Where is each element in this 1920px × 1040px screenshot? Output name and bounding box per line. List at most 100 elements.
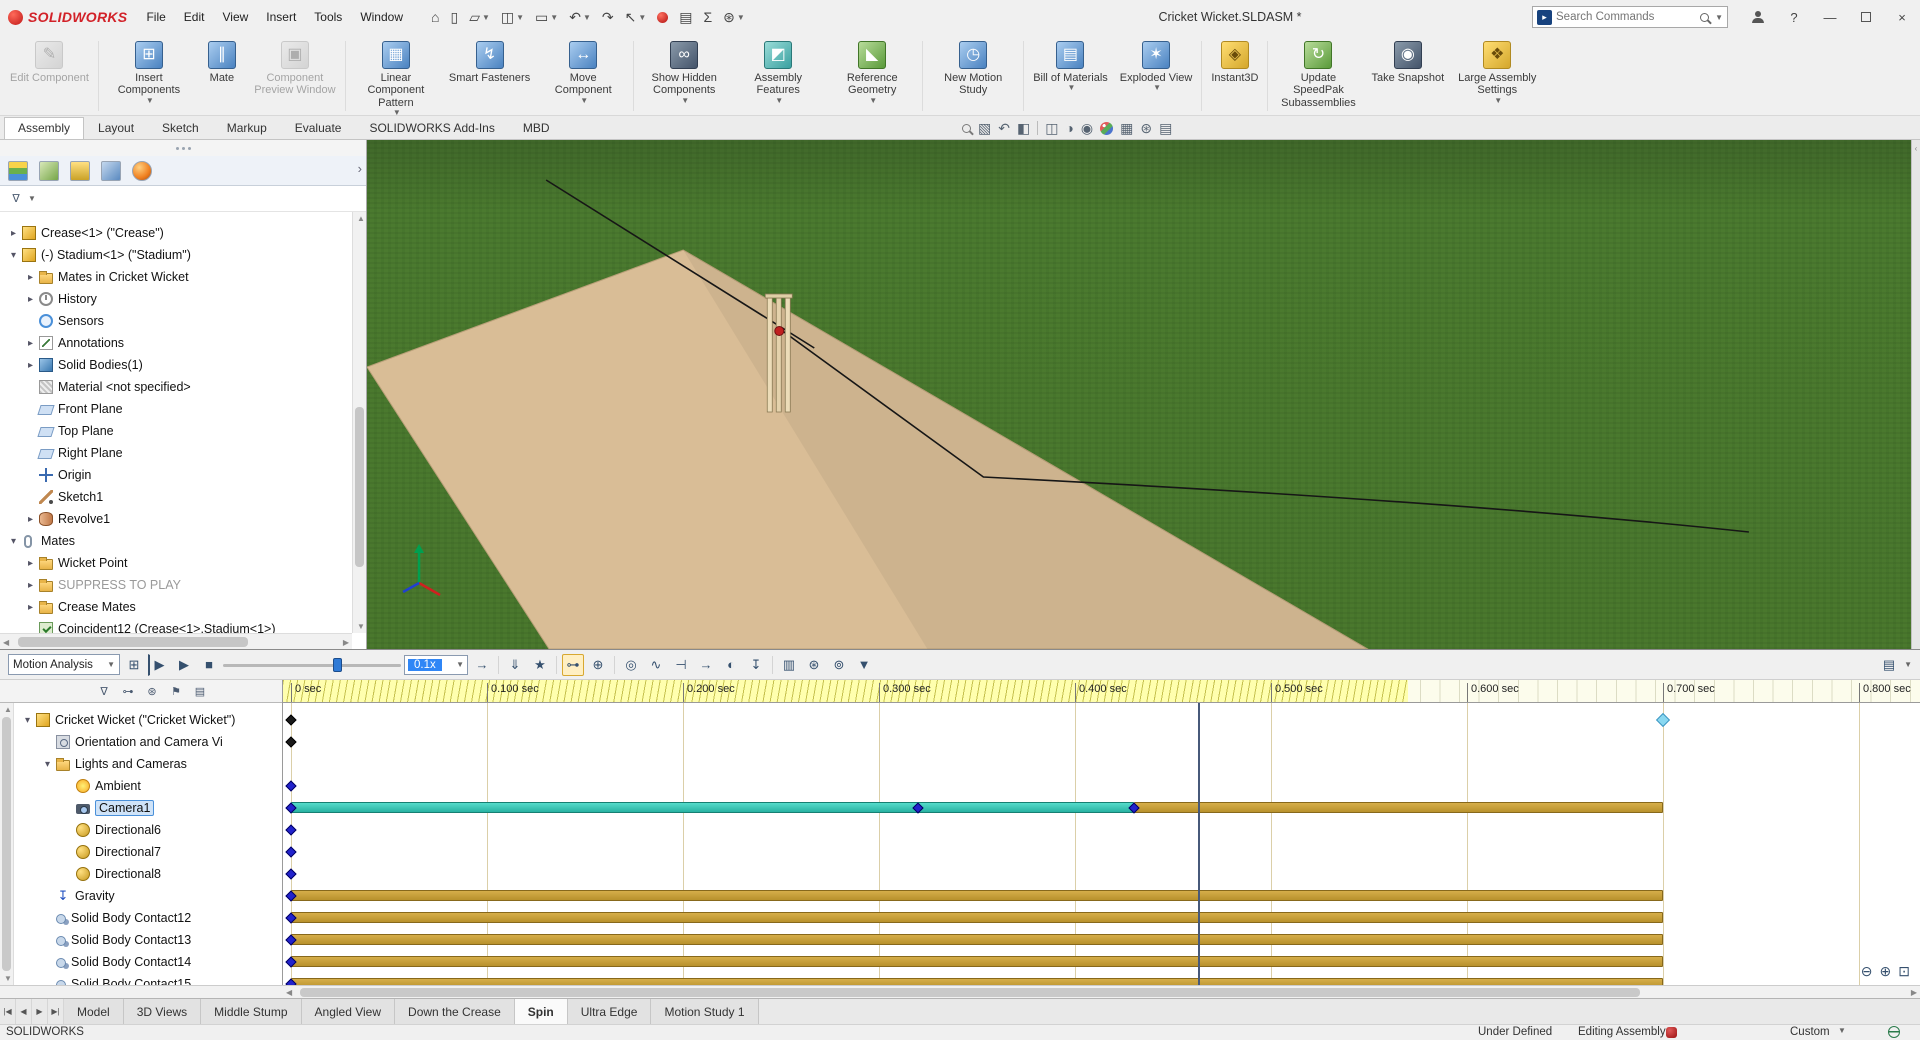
- configuration-label[interactable]: Custom: [1790, 1026, 1830, 1038]
- take-snapshot-button[interactable]: ◉Take Snapshot: [1365, 37, 1450, 115]
- expand-icon[interactable]: ▸: [23, 294, 38, 305]
- tree-item[interactable]: Material <not specified>: [0, 376, 352, 398]
- timeline-zoom-fit-icon[interactable]: ⊡: [1898, 963, 1910, 980]
- tab-motion-study-1[interactable]: Motion Study 1: [651, 999, 758, 1024]
- tree-item[interactable]: ▸History: [0, 288, 352, 310]
- move-component-button[interactable]: ↔Move Component▼: [536, 37, 630, 115]
- tree-item[interactable]: Camera1: [14, 797, 282, 819]
- propertymanager-tab-icon[interactable]: [39, 161, 59, 181]
- timeline-change-bar[interactable]: [291, 978, 1663, 985]
- zoom-fit-icon[interactable]: [962, 124, 971, 133]
- dimxpertmanager-tab-icon[interactable]: [101, 161, 121, 181]
- tree-item[interactable]: Solid Body Contact12: [14, 907, 282, 929]
- tree-item[interactable]: Directional7: [14, 841, 282, 863]
- tree-item[interactable]: Directional8: [14, 863, 282, 885]
- timeline-change-bar[interactable]: [291, 912, 1663, 923]
- tree-item[interactable]: Solid Body Contact15: [14, 973, 282, 985]
- play-button[interactable]: ▶: [173, 654, 195, 676]
- linear-component-pattern-button[interactable]: ▦Linear Component Pattern▼: [349, 37, 443, 115]
- tree-item[interactable]: Coincident12 (Crease<1>,Stadium<1>): [0, 618, 352, 633]
- tree-item[interactable]: ▾Mates: [0, 530, 352, 552]
- timeline-zoom-out-icon[interactable]: ⊖: [1861, 963, 1873, 980]
- collapse-icon[interactable]: ▾: [40, 759, 55, 770]
- menu-view[interactable]: View: [213, 5, 257, 29]
- expand-icon[interactable]: ▸: [23, 602, 38, 613]
- timeline-slider[interactable]: [223, 654, 401, 676]
- new-motion-study-button[interactable]: ◷New Motion Study: [926, 37, 1020, 115]
- tree-item[interactable]: Ambient: [14, 775, 282, 797]
- scroll-right-icon[interactable]: ▶: [343, 638, 349, 647]
- tree-item[interactable]: Sketch1: [0, 486, 352, 508]
- tree-horizontal-scrollbar[interactable]: ◀ ▶: [0, 633, 352, 649]
- tab-markup[interactable]: Markup: [213, 117, 281, 139]
- apply-scene-icon[interactable]: ▦: [1120, 120, 1133, 137]
- sync-status-icon[interactable]: [1666, 1027, 1677, 1038]
- camera-views-icon[interactable]: ▤: [1159, 120, 1172, 137]
- search-icon[interactable]: [1700, 13, 1709, 22]
- filter-results-icon[interactable]: ▤: [192, 683, 208, 699]
- search-commands-box[interactable]: ▸ ▼: [1532, 6, 1728, 28]
- filter-animated-icon[interactable]: ⊶: [120, 683, 136, 699]
- timeline-zoom-in-icon[interactable]: ⊕: [1880, 963, 1892, 980]
- tree-item[interactable]: ▾Lights and Cameras: [14, 753, 282, 775]
- tab-down-the-crease[interactable]: Down the Crease: [395, 999, 515, 1024]
- stop-button[interactable]: ■: [198, 654, 220, 676]
- filter-driving-icon[interactable]: ⊛: [144, 683, 160, 699]
- scroll-up-icon[interactable]: ▲: [4, 705, 12, 714]
- calculate-button[interactable]: ⊞: [123, 654, 145, 676]
- collapse-icon[interactable]: ▾: [20, 715, 35, 726]
- expand-icon[interactable]: ▸: [23, 558, 38, 569]
- first-tab-button[interactable]: |◀: [0, 999, 16, 1024]
- configuration-dropdown-icon[interactable]: ▼: [1838, 1026, 1846, 1035]
- scrollbar-thumb[interactable]: [2, 717, 11, 971]
- keyframe-diamond[interactable]: [285, 736, 296, 747]
- collapse-icon[interactable]: ▾: [6, 536, 21, 547]
- options-button[interactable]: ⊛▼: [718, 7, 750, 28]
- minimize-button[interactable]: —: [1812, 0, 1848, 34]
- scroll-right-icon[interactable]: ▶: [1911, 988, 1917, 997]
- save-button[interactable]: ◫▼: [496, 7, 529, 28]
- expand-icon[interactable]: ▸: [6, 228, 21, 239]
- motion-study-properties-button[interactable]: ⊚: [828, 654, 850, 676]
- tab-middle-stump[interactable]: Middle Stump: [201, 999, 301, 1024]
- timeline-change-bar[interactable]: [1134, 802, 1663, 813]
- graphics-area[interactable]: [367, 140, 1911, 649]
- menu-edit[interactable]: Edit: [175, 5, 214, 29]
- scroll-left-icon[interactable]: ◀: [3, 638, 9, 647]
- featuremanager-tab-icon[interactable]: [8, 161, 28, 181]
- search-input[interactable]: [1556, 11, 1696, 23]
- expand-icon[interactable]: ▸: [23, 580, 38, 591]
- tree-item[interactable]: ▾Cricket Wicket ("Cricket Wicket"): [14, 709, 282, 731]
- filter-dropdown-icon[interactable]: ▼: [28, 194, 36, 203]
- tree-item[interactable]: ▸Crease<1> ("Crease"): [0, 222, 352, 244]
- edit-appearance-icon[interactable]: [1100, 122, 1113, 135]
- save-animation-button[interactable]: ⇓: [504, 654, 526, 676]
- hide-show-items-icon[interactable]: ◉: [1081, 120, 1093, 137]
- tree-item[interactable]: Solid Body Contact14: [14, 951, 282, 973]
- menu-insert[interactable]: Insert: [257, 5, 305, 29]
- search-dropdown-icon[interactable]: ▼: [1715, 13, 1723, 22]
- bill-of-materials-button[interactable]: ▤Bill of Materials▼: [1027, 37, 1114, 115]
- keyframe-diamond[interactable]: [285, 780, 296, 791]
- tab-angled-view[interactable]: Angled View: [302, 999, 396, 1024]
- equations-button[interactable]: Σ: [698, 7, 717, 27]
- section-view-icon[interactable]: ◧: [1017, 120, 1030, 137]
- timeline-change-bar[interactable]: [291, 956, 1663, 967]
- timeline-change-bar[interactable]: [291, 934, 1663, 945]
- tree-item[interactable]: Right Plane: [0, 442, 352, 464]
- tree-item[interactable]: ▸Solid Bodies(1): [0, 354, 352, 376]
- scrollbar-thumb[interactable]: [18, 637, 248, 647]
- tree-item[interactable]: Directional6: [14, 819, 282, 841]
- tree-item[interactable]: Front Plane: [0, 398, 352, 420]
- select-button[interactable]: ↖▼: [620, 7, 652, 28]
- force-button[interactable]: →: [695, 654, 717, 676]
- scroll-up-icon[interactable]: ▲: [357, 214, 365, 223]
- scroll-down-icon[interactable]: ▼: [357, 622, 365, 631]
- last-tab-button[interactable]: ▶|: [48, 999, 64, 1024]
- home-button[interactable]: ⌂: [426, 7, 444, 27]
- simulation-setup-button[interactable]: ⊛: [803, 654, 825, 676]
- solidworks-resources-button[interactable]: [652, 10, 673, 25]
- instant3d-button[interactable]: ◈Instant3D: [1205, 37, 1264, 115]
- tree-item[interactable]: Sensors: [0, 310, 352, 332]
- damper-button[interactable]: ⊣: [670, 654, 692, 676]
